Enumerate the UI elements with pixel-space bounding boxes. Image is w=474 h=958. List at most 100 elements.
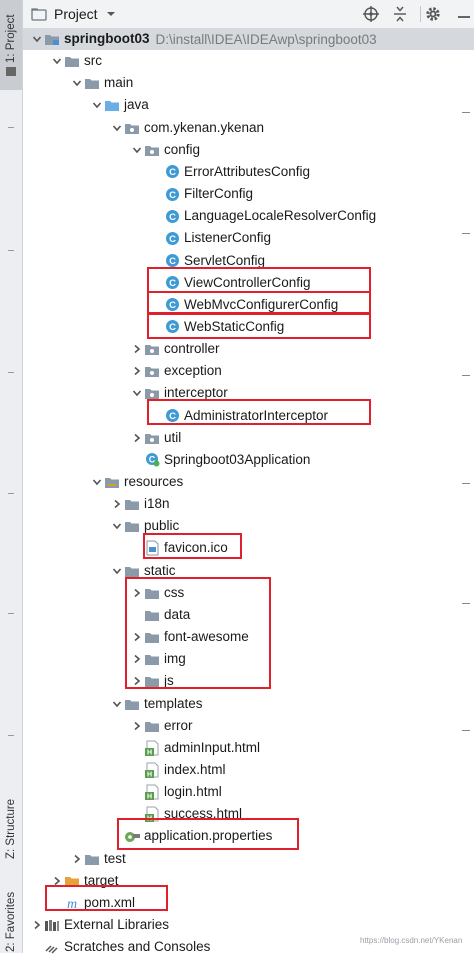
chevron-down-icon bbox=[106, 12, 115, 16]
expanded-arrow-icon[interactable] bbox=[110, 117, 124, 139]
folder-icon bbox=[124, 696, 140, 712]
tree-node-label: main bbox=[104, 75, 134, 91]
locate-button[interactable] bbox=[362, 0, 380, 28]
collapsed-arrow-icon[interactable] bbox=[110, 493, 124, 515]
tree-node[interactable]: templates bbox=[110, 693, 203, 715]
tree-node[interactable]: C ListenerConfig bbox=[150, 227, 271, 249]
collapse-all-button[interactable] bbox=[392, 0, 408, 28]
arrow-spacer bbox=[130, 537, 144, 559]
tree-node[interactable]: resources bbox=[90, 471, 183, 493]
crosshair-icon bbox=[363, 6, 379, 22]
tree-node[interactable]: Hindex.html bbox=[130, 759, 226, 781]
package-icon bbox=[144, 430, 160, 446]
tree-node[interactable]: C LanguageLocaleResolverConfig bbox=[150, 205, 376, 227]
arrow-spacer bbox=[130, 781, 144, 803]
gear-icon bbox=[426, 7, 440, 21]
project-view-title: Project bbox=[54, 6, 98, 22]
tree-node-label: i18n bbox=[144, 496, 170, 512]
tree-node[interactable]: controller bbox=[130, 338, 220, 360]
scroll-mark bbox=[462, 233, 470, 234]
collapsed-arrow-icon[interactable] bbox=[70, 848, 84, 870]
tree-node[interactable]: i18n bbox=[110, 493, 170, 515]
gutter-mark bbox=[8, 127, 14, 128]
expanded-arrow-icon[interactable] bbox=[110, 515, 124, 537]
highlight-box bbox=[147, 313, 371, 339]
spring-boot-class-icon: C bbox=[144, 452, 160, 468]
tree-node[interactable]: springboot03 D:\install\IDEA\IDEAwp\sprin… bbox=[30, 28, 377, 50]
tree-node[interactable]: Scratches and Consoles bbox=[30, 936, 210, 958]
collapsed-arrow-icon[interactable] bbox=[30, 914, 44, 936]
structure-tool-tab-label: Z: Structure bbox=[5, 798, 17, 860]
tree-node[interactable]: Hlogin.html bbox=[130, 781, 222, 803]
tree-node[interactable]: exception bbox=[130, 360, 222, 382]
tree-node[interactable]: config bbox=[130, 139, 200, 161]
tree-node[interactable]: main bbox=[70, 72, 133, 94]
tree-node[interactable]: C Springboot03Application bbox=[130, 449, 310, 471]
tree-node[interactable]: test bbox=[70, 848, 126, 870]
tree-node-label: ListenerConfig bbox=[184, 230, 272, 246]
watermark: https://blog.csdn.net/YKenan bbox=[360, 936, 463, 945]
scroll-mark bbox=[462, 483, 470, 484]
tree-node-label: adminInput.html bbox=[164, 739, 261, 755]
tree-node-label: FilterConfig bbox=[184, 186, 254, 202]
expanded-arrow-icon[interactable] bbox=[110, 560, 124, 582]
tree-node-label: java bbox=[124, 97, 149, 113]
tree-node[interactable]: C ErrorAttributesConfig bbox=[150, 161, 310, 183]
tree-node-label: test bbox=[104, 850, 126, 866]
expanded-arrow-icon[interactable] bbox=[110, 693, 124, 715]
expanded-arrow-icon[interactable] bbox=[70, 72, 84, 94]
scroll-mark bbox=[462, 603, 470, 604]
project-toolbar: Project bbox=[23, 0, 474, 29]
expanded-arrow-icon[interactable] bbox=[90, 471, 104, 493]
tree-node[interactable]: util bbox=[130, 427, 181, 449]
tree-node[interactable]: src bbox=[50, 50, 102, 72]
favorites-tool-tab-label: 2: Favorites bbox=[5, 891, 17, 952]
tree-node-path: D:\install\IDEA\IDEAwp\springboot03 bbox=[155, 31, 377, 47]
collapsed-arrow-icon[interactable] bbox=[130, 338, 144, 360]
tree-node-label: Springboot03Application bbox=[164, 451, 311, 467]
arrow-spacer bbox=[30, 936, 44, 958]
folder-icon bbox=[124, 496, 140, 512]
svg-text:C: C bbox=[169, 190, 176, 201]
tree-node-label: error bbox=[164, 717, 193, 733]
java-class-icon: C bbox=[164, 164, 180, 180]
expanded-arrow-icon[interactable] bbox=[30, 28, 44, 50]
tree-node[interactable]: External Libraries bbox=[30, 914, 169, 936]
tree-node[interactable]: java bbox=[90, 94, 149, 116]
tree-node-label: exception bbox=[164, 363, 222, 379]
hide-panel-button[interactable] bbox=[456, 0, 472, 28]
folder-icon bbox=[6, 66, 16, 76]
favorites-tool-tab[interactable]: 2: Favorites bbox=[0, 890, 22, 953]
tree-node[interactable]: com.ykenan.ykenan bbox=[110, 117, 264, 139]
tree-node-label: LanguageLocaleResolverConfig bbox=[184, 208, 377, 224]
expanded-arrow-icon[interactable] bbox=[130, 382, 144, 404]
expanded-arrow-icon[interactable] bbox=[130, 139, 144, 161]
tree-node-label: com.ykenan.ykenan bbox=[144, 119, 265, 135]
collapsed-arrow-icon[interactable] bbox=[130, 427, 144, 449]
project-tool-tab[interactable]: 1: Project bbox=[0, 0, 22, 90]
package-icon bbox=[144, 142, 160, 158]
structure-tool-tab[interactable]: Z: Structure bbox=[0, 790, 22, 868]
arrow-spacer bbox=[130, 449, 144, 471]
tree-node[interactable]: error bbox=[130, 715, 193, 737]
settings-button[interactable] bbox=[424, 0, 442, 28]
svg-text:C: C bbox=[169, 167, 176, 178]
expanded-arrow-icon[interactable] bbox=[50, 50, 64, 72]
scroll-mark bbox=[462, 375, 470, 376]
highlight-box bbox=[147, 399, 371, 425]
tree-node[interactable]: C FilterConfig bbox=[150, 183, 253, 205]
tree-node[interactable]: HadminInput.html bbox=[130, 737, 260, 759]
folder-icon bbox=[144, 718, 160, 734]
tree-node-label: index.html bbox=[164, 761, 226, 777]
svg-text:H: H bbox=[147, 794, 152, 801]
project-view-selector[interactable]: Project bbox=[31, 0, 116, 28]
tree-node-label: ErrorAttributesConfig bbox=[184, 163, 311, 179]
collapsed-arrow-icon[interactable] bbox=[130, 715, 144, 737]
arrow-spacer bbox=[150, 227, 164, 249]
gutter-mark bbox=[8, 613, 14, 614]
package-icon bbox=[124, 120, 140, 136]
tree-node-label: config bbox=[164, 141, 201, 157]
gutter-mark bbox=[8, 250, 14, 251]
collapsed-arrow-icon[interactable] bbox=[130, 360, 144, 382]
expanded-arrow-icon[interactable] bbox=[90, 94, 104, 116]
